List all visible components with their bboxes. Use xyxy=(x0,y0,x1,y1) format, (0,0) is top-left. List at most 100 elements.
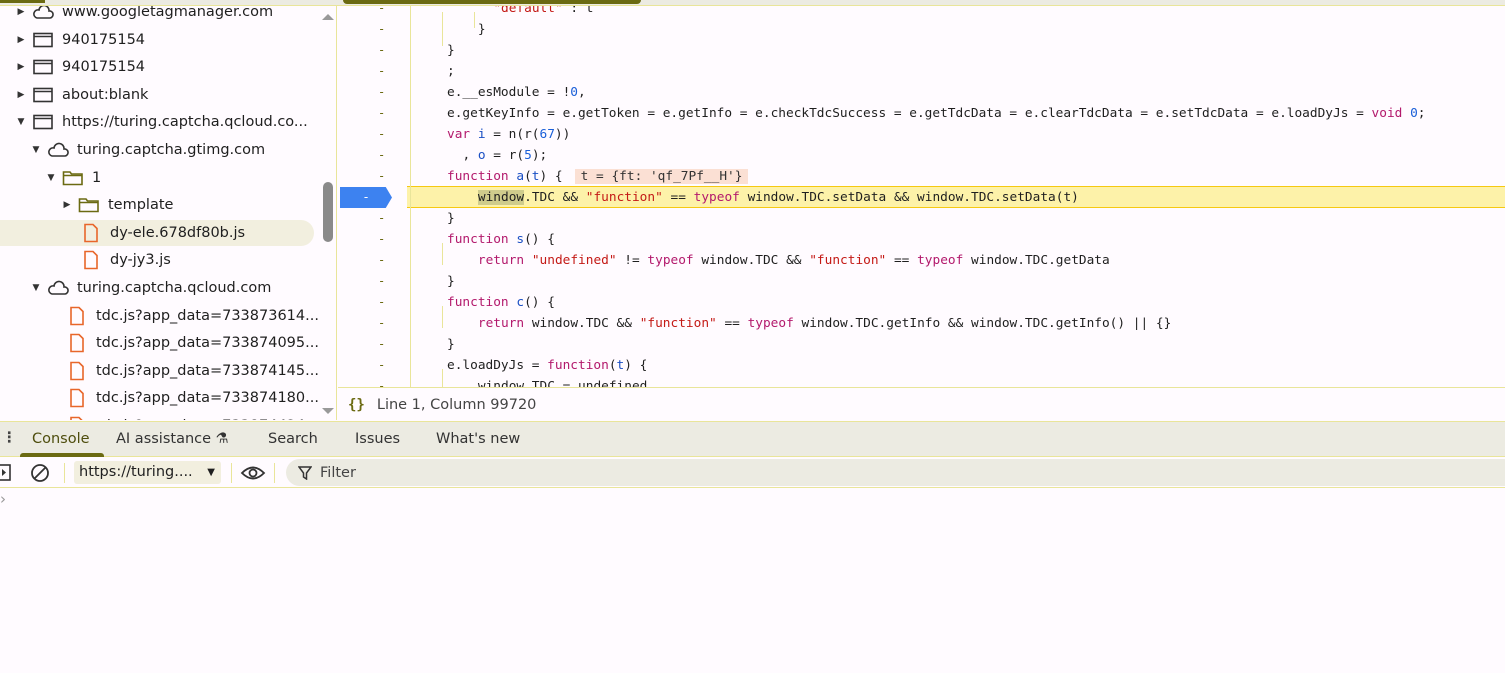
tree-item[interactable]: ▶ 940175154 xyxy=(0,54,314,80)
tree-item[interactable]: ▶ 940175154 xyxy=(0,27,314,53)
line-marker[interactable]: - xyxy=(378,148,385,162)
more-tools-icon[interactable]: ⋮ xyxy=(2,430,17,446)
tree-item[interactable]: ▶ about:blank xyxy=(0,82,314,108)
line-marker[interactable]: - xyxy=(378,85,385,99)
code-token: "function" xyxy=(639,316,717,331)
tree-item-label: www.googletagmanager.com xyxy=(62,6,274,20)
divider xyxy=(64,463,65,483)
chevron-right-icon[interactable]: ▶ xyxy=(16,35,26,45)
line-marker[interactable]: - xyxy=(378,253,385,267)
tree-item[interactable]: ▼ turing.captcha.gtimg.com xyxy=(0,137,314,163)
tab-ai-assistance[interactable]: AI assistance ⚗ xyxy=(116,431,229,447)
clear-console-icon[interactable] xyxy=(30,463,50,483)
scroll-down-icon[interactable] xyxy=(322,408,334,414)
pretty-print-icon[interactable]: {} xyxy=(348,397,365,413)
code-line[interactable]: } xyxy=(447,334,455,355)
chevron-right-icon[interactable]: ▶ xyxy=(16,90,26,100)
line-marker[interactable]: - xyxy=(378,211,385,225)
code-line[interactable]: , o = r(5); xyxy=(462,145,547,166)
tree-item[interactable]: tdc.js?app_data=733874180... xyxy=(0,385,319,411)
console-prompt[interactable]: › xyxy=(0,490,6,508)
line-marker[interactable]: - xyxy=(378,64,385,78)
code-token: return xyxy=(477,316,525,331)
line-gutter[interactable]: - - - - - - - - - - - - - - - - - - - xyxy=(338,6,411,387)
code-line[interactable]: window.TDC && "function" == typeof windo… xyxy=(477,187,1079,208)
tree-item[interactable]: dy-jy3.js xyxy=(0,247,314,273)
drawer-tabbar: ⋮ Console AI assistance ⚗ Search Issues … xyxy=(0,421,1505,457)
code-line[interactable]: return "undefined" != typeof window.TDC … xyxy=(478,250,1110,271)
code-line[interactable]: function a(t) {t = {ft: 'qf_7Pf__H'} xyxy=(447,166,749,187)
tree-item[interactable]: tdc.js?app_data=733874095... xyxy=(0,330,319,356)
line-marker[interactable]: - xyxy=(378,274,385,288)
live-expression-eye-icon[interactable] xyxy=(240,464,266,482)
code-editor[interactable]: - - - - - - - - - - - - - - - - - - - "default" : t}}; e._… xyxy=(338,6,1505,387)
chevron-down-icon[interactable]: ▼ xyxy=(46,173,56,183)
tree-item[interactable]: ▼ https://turing.captcha.qcloud.co... xyxy=(0,109,314,135)
line-marker[interactable]: - xyxy=(378,358,385,372)
tree-item[interactable]: tdc.js?app_data=733873614... xyxy=(0,303,319,329)
tab-console[interactable]: Console xyxy=(32,431,90,447)
line-marker[interactable]: - xyxy=(378,6,385,15)
code-line[interactable]: "default" : t xyxy=(493,6,593,19)
indent-guide xyxy=(474,12,475,28)
code-line[interactable]: e.getKeyInfo = e.getToken = e.getInfo = … xyxy=(447,103,1426,124)
code-token: window.TDC.getInfo && window.TDC.getInfo… xyxy=(793,316,1172,331)
chevron-right-icon[interactable]: ▶ xyxy=(62,200,72,210)
tree-item-label: template xyxy=(108,197,174,214)
line-marker[interactable]: - xyxy=(378,295,385,309)
tab-search[interactable]: Search xyxy=(268,431,318,447)
line-marker[interactable]: - xyxy=(378,232,385,246)
scrollbar-thumb[interactable] xyxy=(323,182,333,242)
scroll-up-icon[interactable] xyxy=(322,14,334,20)
code-line[interactable]: function c() { xyxy=(447,292,555,313)
tree-item[interactable]: ▼ 1 xyxy=(0,165,314,191)
chevron-down-icon[interactable]: ▼ xyxy=(31,283,41,293)
code-token: .TDC && xyxy=(524,190,586,205)
sidebar-toggle-icon[interactable] xyxy=(0,464,12,482)
line-marker[interactable]: - xyxy=(378,43,385,57)
code-line[interactable]: e.loadDyJs = function(t) { xyxy=(447,355,647,376)
sidebar-scrollbar[interactable] xyxy=(320,6,336,416)
tab-issues[interactable]: Issues xyxy=(355,431,400,447)
tree-item[interactable]: dy-ele.678df80b.js xyxy=(0,219,314,246)
code-line[interactable]: ; xyxy=(447,61,455,82)
line-marker[interactable]: - xyxy=(378,22,385,36)
code-line[interactable]: e.__esModule = !0, xyxy=(447,82,586,103)
context-selector[interactable]: https://turing.... ▼ xyxy=(74,461,221,484)
tree-item[interactable]: tdc.js?app_data=733874424... xyxy=(0,413,319,420)
code-line[interactable]: window.TDC = undefined xyxy=(478,376,648,387)
filter-input[interactable]: Filter xyxy=(286,459,1505,486)
breakpoint-marker[interactable]: - xyxy=(340,187,392,208)
code-token: () { xyxy=(524,232,555,247)
tab-whats-new[interactable]: What's new xyxy=(436,431,520,447)
chevron-right-icon[interactable]: ▶ xyxy=(16,62,26,72)
code-line[interactable]: return window.TDC && "function" == typeo… xyxy=(478,313,1171,334)
tree-item[interactable]: ▶ www.googletagmanager.com xyxy=(0,6,314,25)
line-marker[interactable]: - xyxy=(378,337,385,351)
code-line[interactable]: } xyxy=(447,208,455,229)
tree-item[interactable]: ▼ turing.captcha.qcloud.com xyxy=(0,275,314,301)
line-marker[interactable]: - xyxy=(378,127,385,141)
line-marker[interactable]: - xyxy=(378,379,385,387)
line-marker[interactable]: - xyxy=(378,169,385,183)
line-marker[interactable]: - xyxy=(378,106,385,120)
code-line[interactable]: function s() { xyxy=(447,229,555,250)
tree-item-label: tdc.js?app_data=733874145... xyxy=(96,362,319,379)
chevron-down-icon[interactable]: ▼ xyxy=(31,145,41,155)
line-marker[interactable]: - xyxy=(378,316,385,330)
code-line[interactable]: } xyxy=(447,40,455,61)
code-line[interactable]: var i = n(r(67)) xyxy=(447,124,570,145)
code-line[interactable]: } xyxy=(447,271,455,292)
tree-item[interactable]: ▶ template xyxy=(0,192,314,218)
tree-item-label: tdc.js?app_data=733873614... xyxy=(96,307,319,324)
tree-item-label: 940175154 xyxy=(62,59,146,76)
tree-item[interactable]: tdc.js?app_data=733874145... xyxy=(0,358,319,384)
code-line[interactable]: } xyxy=(478,19,486,40)
file-icon xyxy=(66,361,88,381)
file-icon xyxy=(80,223,102,243)
chevron-down-icon[interactable]: ▼ xyxy=(16,117,26,127)
chevron-right-icon[interactable]: ▶ xyxy=(16,7,26,17)
divider xyxy=(274,463,275,483)
